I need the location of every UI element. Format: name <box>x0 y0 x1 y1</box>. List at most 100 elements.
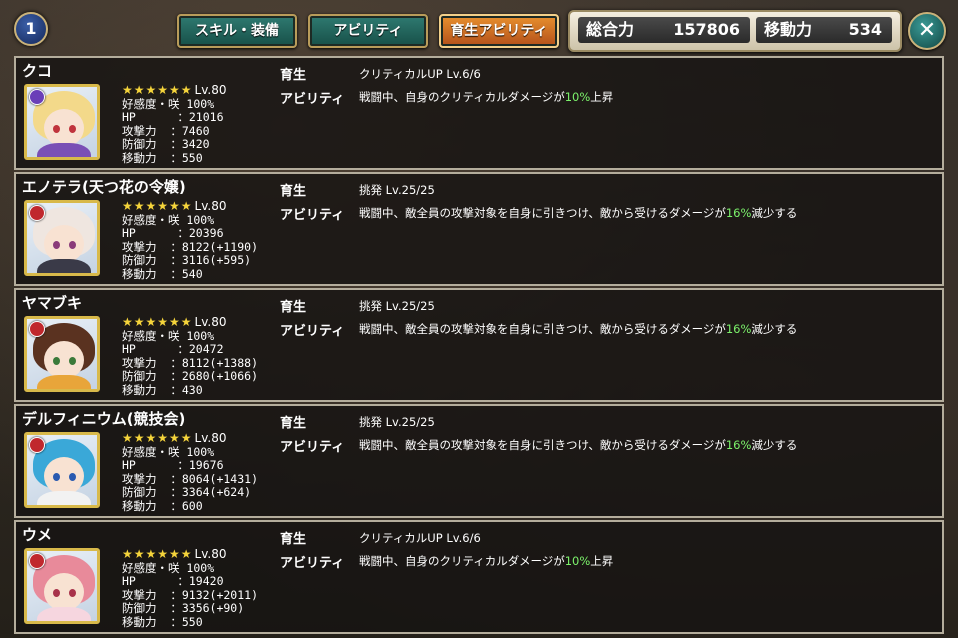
portrait-eye <box>69 241 76 249</box>
star-icons: ★★★★★★ <box>122 83 193 97</box>
element-icon <box>29 205 45 221</box>
ability-highlight-value: 10% <box>564 554 591 568</box>
character-stats: 好感度・咲 100% HP ：19420 攻撃力 ：9132(+2011) 防御… <box>122 561 259 629</box>
element-icon <box>29 437 45 453</box>
level-label: Lv.80 <box>194 547 227 561</box>
star-icons: ★★★★★★ <box>122 199 193 213</box>
character-list: クコ ★★★★★★ Lv.80 好感度・咲 100% HP ：21016 攻撃力 … <box>14 56 944 636</box>
portrait-face <box>44 573 84 611</box>
ability-text: 戦闘中、敵全員の攻撃対象を自身に引きつけ、敵から受けるダメージが <box>359 438 726 452</box>
defense-stat: 防御力 ：2680(+1066) <box>122 369 259 384</box>
level-label: Lv.80 <box>194 83 227 97</box>
portrait-eye <box>53 473 60 481</box>
movement-stat: 移動力 534 <box>756 17 892 43</box>
level-label: Lv.80 <box>194 315 227 329</box>
star-icons: ★★★★★★ <box>122 547 193 561</box>
tab-ikusei-ability[interactable]: 育生アビリティ <box>439 14 559 48</box>
character-row[interactable]: ウメ ★★★★★★ Lv.80 好感度・咲 100% HP ：19420 攻撃力 … <box>14 520 944 634</box>
affinity-stat: 好感度・咲 100% <box>122 213 215 227</box>
character-stats: 好感度・咲 100% HP ：20472 攻撃力 ：8112(+1388) 防御… <box>122 329 259 397</box>
hp-stat: HP ：19420 <box>122 574 224 589</box>
portrait-eye <box>53 589 60 597</box>
character-row[interactable]: ヤマブキ ★★★★★★ Lv.80 好感度・咲 100% HP ：20472 攻撃… <box>14 288 944 402</box>
portrait-outfit <box>37 607 91 621</box>
ability-text: 戦闘中、敵全員の攻撃対象を自身に引きつけ、敵から受けるダメージが <box>359 206 726 220</box>
ikusei-skill-text: クリティカルUP Lv.6/6 <box>359 531 481 545</box>
ikusei-label: 育生 <box>280 532 307 547</box>
ability-text-end: 上昇 <box>590 90 614 104</box>
ikusei-skill-text: 挑発 Lv.25/25 <box>359 183 435 197</box>
character-portrait[interactable] <box>24 200 100 276</box>
hp-stat: HP ：20396 <box>122 226 224 241</box>
total-power-stat: 総合力 157806 <box>578 17 750 43</box>
element-icon <box>29 321 45 337</box>
movement-stat-line: 移動力 ：430 <box>122 382 203 397</box>
defense-stat: 防御力 ：3116(+595) <box>122 253 252 268</box>
character-row[interactable]: デルフィニウム(競技会) ★★★★★★ Lv.80 好感度・咲 100% HP ：… <box>14 404 944 518</box>
portrait-face <box>44 341 84 379</box>
attack-stat: 攻撃力 ：9132(+2011) <box>122 587 259 602</box>
close-icon[interactable]: ✕ <box>908 12 946 50</box>
ikusei-label: 育生 <box>280 68 307 83</box>
affinity-stat: 好感度・咲 100% <box>122 561 215 575</box>
affinity-stat: 好感度・咲 100% <box>122 329 215 343</box>
affinity-stat: 好感度・咲 100% <box>122 445 215 459</box>
defense-stat: 防御力 ：3364(+624) <box>122 485 252 500</box>
star-icons: ★★★★★★ <box>122 431 193 445</box>
star-icons: ★★★★★★ <box>122 315 193 329</box>
total-power-label: 総合力 <box>586 20 635 39</box>
top-bar: 1 スキル・装備 アビリティ 育生アビリティ 総合力 157806 移動力 53… <box>0 0 958 56</box>
ability-description: 戦闘中、敵全員の攻撃対象を自身に引きつけ、敵から受けるダメージが16%減少する <box>359 321 797 337</box>
portrait-eye <box>69 125 76 133</box>
ability-description: 戦闘中、敵全員の攻撃対象を自身に引きつけ、敵から受けるダメージが16%減少する <box>359 205 797 221</box>
element-icon <box>29 553 45 569</box>
character-name: エノテラ(天つ花の令嬢) <box>22 178 186 196</box>
portrait-eye <box>69 357 76 365</box>
character-name: ヤマブキ <box>22 294 83 312</box>
ability-description: 戦闘中、自身のクリティカルダメージが10%上昇 <box>359 89 613 105</box>
ikusei-skill-text: クリティカルUP Lv.6/6 <box>359 67 481 81</box>
ikusei-label: 育生 <box>280 416 307 431</box>
character-row[interactable]: クコ ★★★★★★ Lv.80 好感度・咲 100% HP ：21016 攻撃力 … <box>14 56 944 170</box>
ability-highlight-value: 16% <box>725 206 752 220</box>
attack-stat: 攻撃力 ：8112(+1388) <box>122 355 259 370</box>
character-portrait[interactable] <box>24 432 100 508</box>
ability-highlight-value: 16% <box>725 438 752 452</box>
ability-label: アビリティ <box>280 92 345 107</box>
character-portrait[interactable] <box>24 316 100 392</box>
hp-stat: HP ：19676 <box>122 458 224 473</box>
hp-stat: HP ：20472 <box>122 342 224 357</box>
tab-skill-equipment[interactable]: スキル・装備 <box>177 14 297 48</box>
ability-text-end: 減少する <box>751 322 798 336</box>
ikusei-skill-text: 挑発 Lv.25/25 <box>359 299 435 313</box>
hp-stat: HP ：21016 <box>122 110 224 125</box>
element-icon <box>29 89 45 105</box>
tab-ability[interactable]: アビリティ <box>308 14 428 48</box>
ability-description: 戦闘中、自身のクリティカルダメージが10%上昇 <box>359 553 613 569</box>
total-power-value: 157806 <box>673 20 740 39</box>
character-portrait[interactable] <box>24 548 100 624</box>
ability-text: 戦闘中、敵全員の攻撃対象を自身に引きつけ、敵から受けるダメージが <box>359 322 726 336</box>
level-label: Lv.80 <box>194 199 227 213</box>
portrait-outfit <box>37 259 91 273</box>
portrait-eye <box>69 589 76 597</box>
character-row[interactable]: エノテラ(天つ花の令嬢) ★★★★★★ Lv.80 好感度・咲 100% HP ：… <box>14 172 944 286</box>
movement-value: 534 <box>848 20 882 39</box>
character-stats: 好感度・咲 100% HP ：21016 攻撃力 ：7460 防御力 ：3420… <box>122 97 224 165</box>
rarity-stars: ★★★★★★ Lv.80 <box>122 431 227 445</box>
ability-description: 戦闘中、敵全員の攻撃対象を自身に引きつけ、敵から受けるダメージが16%減少する <box>359 437 797 453</box>
ability-label: アビリティ <box>280 556 345 571</box>
level-label: Lv.80 <box>194 431 227 445</box>
ikusei-label: 育生 <box>280 184 307 199</box>
ability-label: アビリティ <box>280 440 345 455</box>
movement-stat-line: 移動力 ：550 <box>122 150 203 165</box>
ability-text: 戦闘中、自身のクリティカルダメージが <box>359 90 565 104</box>
rarity-stars: ★★★★★★ Lv.80 <box>122 199 227 213</box>
movement-stat-line: 移動力 ：600 <box>122 498 203 513</box>
defense-stat: 防御力 ：3356(+90) <box>122 601 245 616</box>
character-stats: 好感度・咲 100% HP ：19676 攻撃力 ：8064(+1431) 防御… <box>122 445 258 513</box>
rarity-stars: ★★★★★★ Lv.80 <box>122 547 227 561</box>
character-name: ウメ <box>22 526 53 544</box>
character-portrait[interactable] <box>24 84 100 160</box>
ability-text-end: 上昇 <box>590 554 614 568</box>
